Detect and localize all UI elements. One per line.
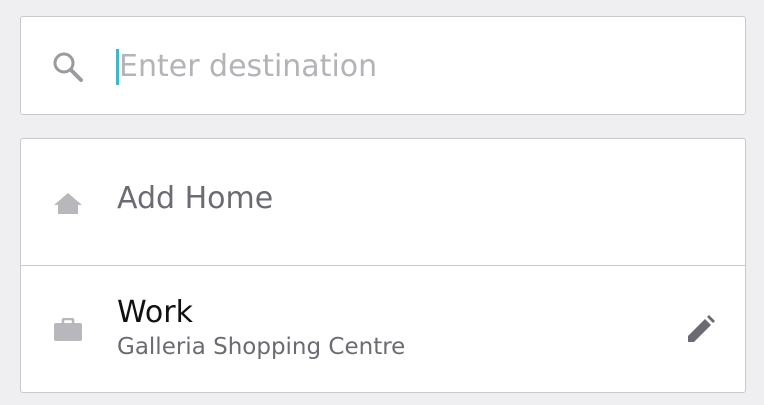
work-row[interactable]: Work Galleria Shopping Centre [21,266,745,392]
saved-places-card: Add Home Work Galleria Shopping Centre [20,138,746,393]
search-card [20,16,746,115]
destination-search-input[interactable] [119,43,719,89]
pencil-icon[interactable] [683,313,717,347]
add-home-label: Add Home [117,181,274,216]
work-title: Work [117,295,193,330]
briefcase-icon [54,318,82,341]
work-address: Galleria Shopping Centre [117,334,406,360]
search-icon [53,52,83,82]
add-home-row[interactable]: Add Home [21,139,745,266]
home-icon [54,193,82,214]
